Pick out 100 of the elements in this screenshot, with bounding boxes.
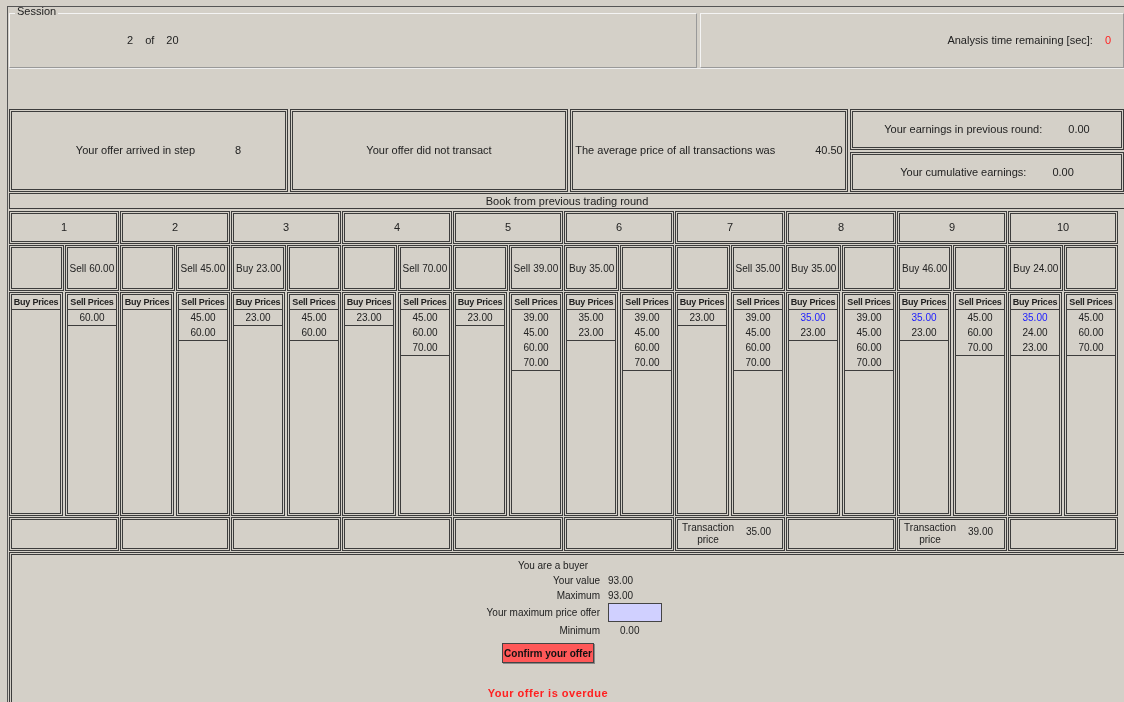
price-list-header: Buy Prices [12,295,60,310]
column-number: 9 [897,211,1007,244]
price-list-header: Buy Prices [123,295,171,310]
price-cell-text: 35.00 [910,311,938,325]
price-cell-text: 45.00 [522,326,550,340]
average-label: The average price of all transactions was [575,143,776,159]
offer-side-label: Buy [569,261,587,276]
price-cell-text: 23.00 [355,311,383,325]
price-list-header: Sell Prices [290,295,338,310]
price-cell-text: 23.00 [1021,341,1049,355]
price-cell-text: 70.00 [411,341,439,355]
price-cell-text: 60.00 [189,326,217,340]
offer-price: 70.00 [422,261,448,276]
timer-value: 0 [1104,33,1111,49]
price-cell-text: 70.00 [522,356,550,370]
minimum-label: Minimum [558,624,600,638]
offer-side-label: Buy [1013,261,1031,276]
price-cell-text: 23.00 [466,311,494,325]
price-cell-text: 60.00 [1077,326,1105,340]
arrival-step: 8 [235,142,242,159]
price-cell-text: 35.00 [577,311,605,325]
price-cell-text: 60.00 [300,326,328,340]
maximum-label: Maximum [555,589,600,603]
price-list-header: Buy Prices [567,295,615,310]
price-list-header: Buy Prices [900,295,948,310]
column-number: 7 [675,211,785,244]
column-number: 6 [564,211,674,244]
role-text: You are a buyer [517,559,589,573]
average-price: 40.50 [815,143,843,159]
earnings-value: 0.00 [1068,122,1090,137]
price-cell-text: 23.00 [244,311,272,325]
price-cell-text: 39.00 [633,311,661,325]
offer-price: 24.00 [1033,261,1059,276]
offer-price: 45.00 [200,261,226,276]
cumulative-label: Your cumulative earnings: [900,164,1027,180]
price-cell-text: 39.00 [855,311,883,325]
offer-price: 35.00 [811,261,837,276]
offer-side-label: Sell [180,261,198,276]
price-list-header: Sell Prices [68,295,116,310]
price-list-header: Buy Prices [456,295,504,310]
price-list-header: Buy Prices [345,295,393,310]
price-cell-text: 60.00 [522,341,550,355]
cumulative-value: 0.00 [1052,164,1074,180]
column-number: 1 [9,211,119,244]
offer-price: 39.00 [533,261,559,276]
offer-side-label: Sell [735,261,753,276]
offer-price: 60.00 [89,261,115,276]
arrival-label: Your offer arrived in step [75,143,196,159]
transaction-price: 35.00 [746,525,772,539]
price-list-header: Buy Prices [1011,295,1059,310]
price-cell-text: 60.00 [855,341,883,355]
price-cell-text: 60.00 [411,326,439,340]
offer-side-label: Buy [791,261,809,276]
column-number: 8 [786,211,896,244]
column-number: 2 [120,211,230,244]
book-title: Book from previous trading round [9,193,1124,209]
earnings-label: Your earnings in previous round: [884,122,1043,137]
price-cell-text: 39.00 [522,311,550,325]
price-list-header: Buy Prices [789,295,837,310]
price-list-header: Buy Prices [678,295,726,310]
session-legend: Session [15,7,59,17]
price-cell-text: 60.00 [966,326,994,340]
price-list-header: Sell Prices [734,295,782,310]
overdue-message: Your offer is overdue [487,686,609,701]
price-list-header: Sell Prices [512,295,560,310]
price-list-header: Sell Prices [1067,295,1115,310]
price-list-header: Sell Prices [956,295,1004,310]
offer-price: 23.00 [256,261,282,276]
price-cell-text: 45.00 [1077,311,1105,325]
offer-price: 35.00 [589,261,615,276]
price-cell-text: 45.00 [966,311,994,325]
price-cell-text: 45.00 [633,326,661,340]
price-cell-text: 23.00 [577,326,605,340]
price-cell-text: 70.00 [855,356,883,370]
confirm-button[interactable]: Confirm your offer [502,643,594,663]
price-offer-field[interactable] [608,603,662,622]
column-number: 10 [1008,211,1118,244]
offer-side-label: Sell [402,261,420,276]
price-list-header: Sell Prices [845,295,893,310]
transaction-price-label: Transaction price [903,522,957,546]
price-cell-text: 45.00 [300,311,328,325]
price-list-header: Sell Prices [623,295,671,310]
price-cell-text: 45.00 [411,311,439,325]
timer-label: Analysis time remaining [sec]: [947,33,1093,49]
round-number: 2 [127,33,134,49]
price-cell-text: 23.00 [688,311,716,325]
column-number: 3 [231,211,341,244]
value-amount: 93.00 [608,574,635,588]
price-cell-text: 70.00 [1077,341,1105,355]
maximum-amount: 93.00 [608,589,635,603]
price-cell-text: 35.00 [1021,311,1049,325]
offer-side-label: Sell [513,261,531,276]
price-cell-text: 23.00 [910,326,938,340]
price-cell-text: 24.00 [1021,326,1049,340]
price-cell-text: 45.00 [855,326,883,340]
minimum-amount: 0.00 [619,624,641,638]
offer-field-label: Your maximum price offer [485,606,600,620]
price-cell-text: 60.00 [78,311,106,325]
price-cell-text: 23.00 [799,326,827,340]
price-cell-text: 70.00 [744,356,772,370]
